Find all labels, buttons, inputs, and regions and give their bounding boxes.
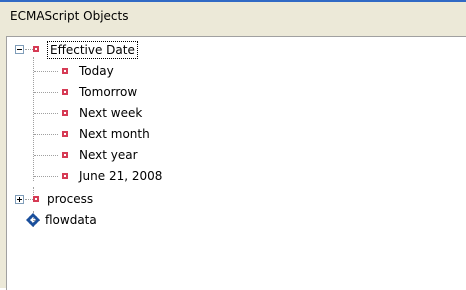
- tree-connector: [34, 113, 58, 114]
- tree-connector: [34, 176, 58, 177]
- flowdata-icon: [26, 213, 40, 227]
- object-bullet-icon: [62, 152, 68, 158]
- tree-item-today[interactable]: Today: [7, 61, 307, 81]
- tree-item-next-month[interactable]: Next month: [7, 124, 307, 144]
- tree-item-tomorrow[interactable]: Tomorrow: [7, 82, 307, 102]
- tree-item-label[interactable]: Today: [79, 61, 114, 81]
- tree-item-effective-date[interactable]: Effective Date: [7, 39, 307, 59]
- tree-connector: [25, 49, 33, 50]
- ecmascript-objects-window: ECMAScript Objects Effective Date Today: [0, 0, 466, 290]
- collapse-icon[interactable]: [15, 45, 24, 54]
- object-bullet-icon: [62, 110, 68, 116]
- tree-item-label[interactable]: June 21, 2008: [79, 166, 162, 186]
- object-bullet-icon: [33, 196, 39, 202]
- expand-icon[interactable]: [15, 195, 24, 204]
- tree-item-june-21-2008[interactable]: June 21, 2008: [7, 166, 307, 186]
- tree-item-process[interactable]: process: [7, 189, 307, 209]
- tree-item-label[interactable]: Effective Date: [47, 41, 138, 59]
- panel-header: ECMAScript Objects: [0, 4, 466, 28]
- tree-item-next-year[interactable]: Next year: [7, 145, 307, 165]
- tree-connector: [34, 155, 58, 156]
- panel-title: ECMAScript Objects: [10, 9, 129, 23]
- tree-item-label[interactable]: Next week: [79, 103, 142, 123]
- tree-connector: [34, 92, 58, 93]
- object-bullet-icon: [62, 89, 68, 95]
- tree-item-label[interactable]: Next month: [79, 124, 150, 144]
- object-bullet-icon: [62, 131, 68, 137]
- tree-connector: [25, 199, 33, 200]
- tree-panel[interactable]: Effective Date Today Tomorrow Next week: [6, 36, 466, 290]
- tree-item-flowdata[interactable]: flowdata: [7, 210, 307, 230]
- tree-connector: [34, 71, 58, 72]
- tree-connector: [34, 134, 58, 135]
- object-bullet-icon: [62, 173, 68, 179]
- tree-item-label[interactable]: process: [47, 189, 93, 209]
- object-tree: Effective Date Today Tomorrow Next week: [7, 37, 466, 290]
- tree-item-next-week[interactable]: Next week: [7, 103, 307, 123]
- tree-item-label[interactable]: Next year: [79, 145, 138, 165]
- object-bullet-icon: [62, 68, 68, 74]
- tree-item-label[interactable]: flowdata: [45, 210, 97, 230]
- object-bullet-icon: [33, 46, 39, 52]
- tree-item-label[interactable]: Tomorrow: [79, 82, 137, 102]
